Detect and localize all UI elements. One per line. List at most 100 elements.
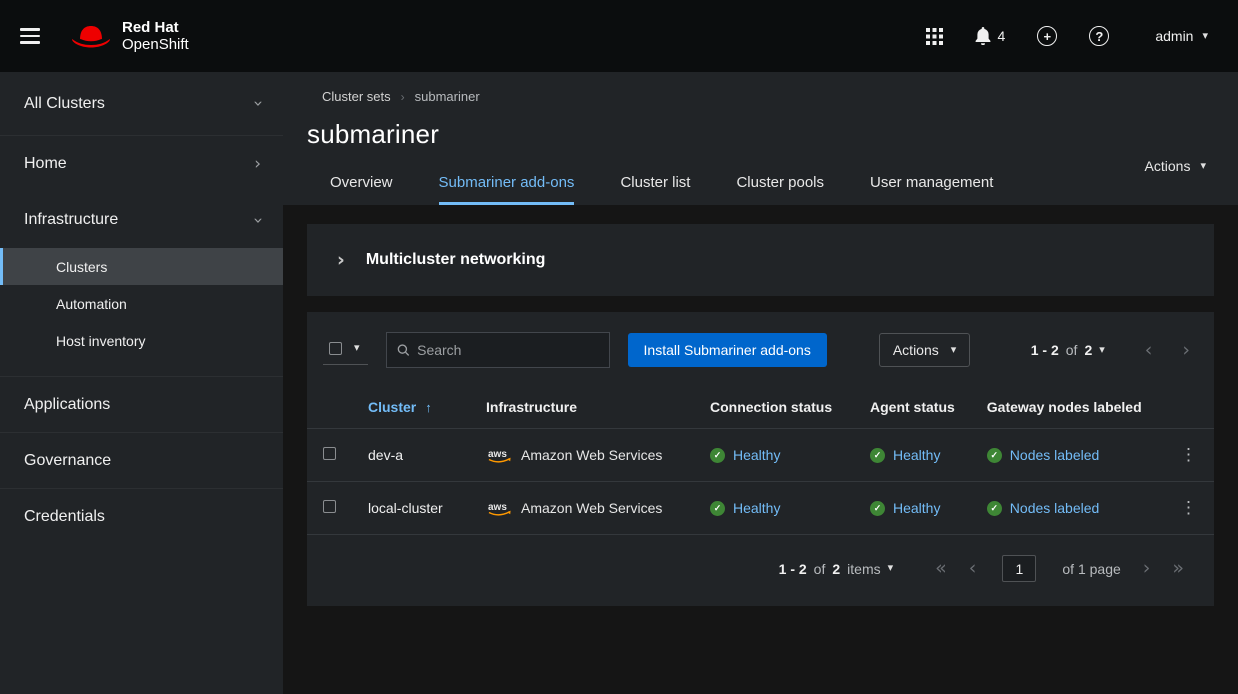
- pagination-range: 1 - 2: [1031, 342, 1059, 358]
- sidebar-item-credentials[interactable]: Credentials: [0, 488, 283, 544]
- check-circle-icon: ✓: [870, 501, 885, 516]
- pagination-of: of: [1066, 342, 1078, 358]
- cluster-name: local-cluster: [368, 500, 443, 516]
- sidebar-perspective-switcher[interactable]: All Clusters ›: [0, 72, 283, 136]
- table-actions-dropdown[interactable]: Actions ▾: [879, 333, 970, 367]
- next-page-button[interactable]: ›: [1182, 341, 1190, 360]
- tab-cluster-list[interactable]: Cluster list: [597, 163, 713, 205]
- masthead-toolbar: 4 + ? admin ▾: [926, 26, 1208, 46]
- app-launcher-button[interactable]: [926, 28, 943, 45]
- actions-label: Actions: [1145, 158, 1191, 174]
- check-icon: ✓: [714, 451, 722, 460]
- page-header: Cluster sets › submariner submariner Act…: [283, 72, 1238, 205]
- chevron-right-icon: ›: [254, 156, 261, 173]
- user-menu[interactable]: admin ▾: [1155, 28, 1208, 44]
- search-box: [386, 332, 610, 368]
- next-page-button[interactable]: ›: [1143, 559, 1151, 578]
- tab-cluster-pools[interactable]: Cluster pools: [713, 163, 847, 205]
- page-actions-dropdown[interactable]: Actions ▾: [1145, 158, 1206, 174]
- connection-status-link[interactable]: Healthy: [733, 500, 780, 516]
- hamburger-icon[interactable]: [20, 24, 40, 48]
- aws-icon: aws: [486, 447, 513, 464]
- column-header-gateway-nodes: Gateway nodes labeled: [971, 384, 1164, 429]
- sidebar-item-label: Clusters: [56, 259, 107, 275]
- sidebar-item-label: Host inventory: [56, 333, 145, 349]
- breadcrumb-link-cluster-sets[interactable]: Cluster sets: [322, 89, 391, 104]
- sidebar-item-applications[interactable]: Applications: [0, 376, 283, 432]
- check-circle-icon: ✓: [710, 448, 725, 463]
- sidebar-item-clusters[interactable]: Clusters: [0, 248, 283, 285]
- tab-label: Overview: [330, 174, 393, 191]
- caret-down-icon: ▾: [951, 345, 957, 356]
- tab-user-management[interactable]: User management: [847, 163, 1016, 205]
- infrastructure-name: Amazon Web Services: [521, 447, 662, 463]
- check-circle-icon: ✓: [987, 448, 1002, 463]
- pagination-nav-bottom: « ‹ of 1 page › »: [935, 555, 1184, 582]
- check-icon: ✓: [714, 504, 722, 513]
- check-icon: ✓: [991, 504, 999, 513]
- sidebar-item-infrastructure[interactable]: Infrastructure ›: [0, 192, 283, 248]
- tab-label: User management: [870, 174, 993, 191]
- red-hat-openshift-logo[interactable]: Red Hat OpenShift: [70, 19, 189, 54]
- install-submariner-button[interactable]: Install Submariner add-ons: [628, 333, 827, 367]
- tab-label: Cluster pools: [736, 174, 824, 191]
- last-page-button[interactable]: »: [1172, 559, 1184, 578]
- pagination-range: 1 - 2: [779, 561, 807, 577]
- pagination-total: 2: [832, 561, 840, 577]
- caret-down-icon: ▾: [1202, 31, 1208, 42]
- tab-label: Cluster list: [620, 174, 690, 191]
- app-launcher-icon: [926, 28, 943, 45]
- sidebar-item-governance[interactable]: Governance: [0, 432, 283, 488]
- first-page-button[interactable]: «: [935, 559, 947, 578]
- infrastructure-name: Amazon Web Services: [521, 500, 662, 516]
- agent-status-link[interactable]: Healthy: [893, 500, 940, 516]
- page-number-input[interactable]: [1002, 555, 1036, 582]
- prev-page-button[interactable]: ‹: [969, 559, 977, 578]
- tab-overview[interactable]: Overview: [307, 163, 416, 205]
- prev-page-button[interactable]: ‹: [1145, 341, 1153, 360]
- brand-openshift: OpenShift: [122, 36, 189, 53]
- sidebar-item-label: Home: [24, 155, 67, 173]
- brand-red-hat: Red Hat: [122, 19, 189, 36]
- row-checkbox[interactable]: [323, 447, 336, 460]
- row-kebab-button[interactable]: ⋮: [1180, 445, 1198, 464]
- caret-down-icon: ▾: [354, 343, 360, 354]
- sidebar-item-label: Credentials: [24, 508, 105, 526]
- help-button[interactable]: ?: [1089, 26, 1109, 46]
- caret-down-icon: ▾: [888, 563, 894, 574]
- add-button[interactable]: +: [1037, 26, 1057, 46]
- row-kebab-button[interactable]: ⋮: [1180, 498, 1198, 517]
- tab-submariner-addons[interactable]: Submariner add-ons: [416, 163, 598, 205]
- notification-count: 4: [998, 28, 1006, 44]
- select-all-checkbox[interactable]: [329, 342, 342, 355]
- connection-status-link[interactable]: Healthy: [733, 447, 780, 463]
- gateway-nodes-link[interactable]: Nodes labeled: [1010, 447, 1100, 463]
- search-icon: [397, 343, 410, 357]
- main-content: Cluster sets › submariner submariner Act…: [283, 72, 1238, 694]
- row-checkbox[interactable]: [323, 500, 336, 513]
- column-header-agent-status: Agent status: [854, 384, 971, 429]
- multicluster-networking-expandable[interactable]: › Multicluster networking: [307, 224, 1214, 296]
- pagination-summary-top[interactable]: 1 - 2 of 2 ▾: [1031, 342, 1105, 358]
- pagination-nav-top: ‹ ›: [1145, 341, 1190, 360]
- agent-status-link[interactable]: Healthy: [893, 447, 940, 463]
- sidebar-item-label: Applications: [24, 396, 110, 414]
- check-circle-icon: ✓: [987, 501, 1002, 516]
- plus-icon: +: [1044, 29, 1052, 44]
- kebab-icon: ⋮: [1180, 498, 1198, 517]
- notifications-button[interactable]: 4: [975, 27, 1006, 45]
- question-circle-icon: ?: [1095, 29, 1103, 44]
- column-header-connection-status: Connection status: [694, 384, 854, 429]
- pagination-summary-bottom[interactable]: 1 - 2 of 2 items ▾: [779, 561, 893, 577]
- breadcrumb-current: submariner: [415, 89, 480, 104]
- tabs: Overview Submariner add-ons Cluster list…: [307, 163, 1214, 205]
- sidebar-item-home[interactable]: Home ›: [0, 136, 283, 192]
- bulk-select-dropdown[interactable]: ▾: [323, 336, 368, 365]
- sidebar-item-host-inventory[interactable]: Host inventory: [0, 322, 283, 359]
- gateway-nodes-link[interactable]: Nodes labeled: [1010, 500, 1100, 516]
- breadcrumb-separator-icon: ›: [401, 90, 405, 104]
- sidebar-item-automation[interactable]: Automation: [0, 285, 283, 322]
- column-header-cluster[interactable]: Cluster ↑: [368, 399, 432, 415]
- search-input[interactable]: [417, 342, 598, 358]
- kebab-icon: ⋮: [1180, 445, 1198, 464]
